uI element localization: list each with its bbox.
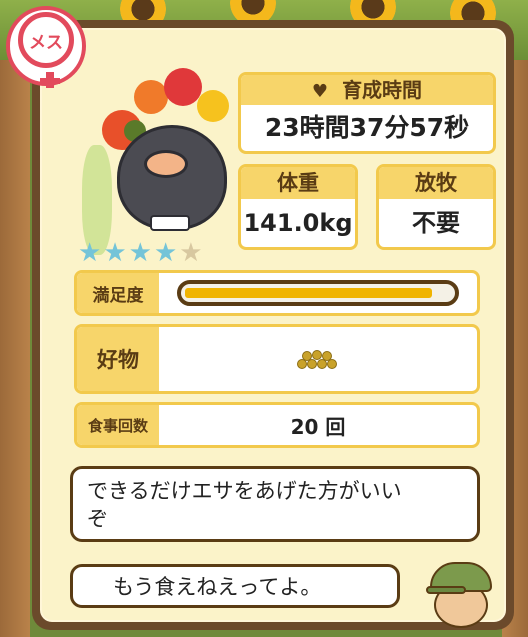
star-icon: ★ xyxy=(103,238,127,268)
meal-count-label: 食事回数 xyxy=(77,405,159,445)
star-icon: ★ xyxy=(153,238,178,268)
flower-icon xyxy=(134,80,168,114)
satisfaction-content xyxy=(159,273,477,313)
pig-portrait xyxy=(72,50,242,260)
meal-count-value: 20 回 xyxy=(290,414,346,439)
farmer-speech-bubble: もう食えねえってよ。 xyxy=(70,564,400,608)
satisfaction-bar xyxy=(177,280,459,306)
panel-inner: ★ ★ ★ ★ ★ ♥ 育成時間 23時間37分57秒 体重 141.0kg 放牧 不要 … xyxy=(40,28,506,628)
farmer-avatar xyxy=(426,560,496,630)
star-icon: ★ xyxy=(128,238,152,268)
weight-value: 141.0kg xyxy=(243,209,353,237)
favorite-food-label: 好物 xyxy=(77,327,159,391)
female-symbol-icon xyxy=(40,72,60,88)
growth-time-value: 23時間37分57秒 xyxy=(264,113,470,142)
weight-box: 体重 141.0kg xyxy=(238,164,358,250)
pig-snout xyxy=(144,150,188,178)
satisfaction-row: 満足度 xyxy=(74,270,480,316)
growth-time-header: ♥ 育成時間 xyxy=(241,75,493,105)
growth-time-box: ♥ 育成時間 23時間37分57秒 xyxy=(238,72,496,154)
advice-speech-bubble: できるだけエサをあげた方がいい ぞ xyxy=(70,466,480,542)
satisfaction-label: 満足度 xyxy=(77,273,159,313)
favorite-food-row: 好物 xyxy=(74,324,480,394)
feed-pellets-icon xyxy=(293,347,343,371)
grazing-value: 不要 xyxy=(412,209,460,237)
meal-count-row: 食事回数 20 回 xyxy=(74,402,480,448)
growth-time-label: 育成時間 xyxy=(342,78,423,102)
gender-label: メス xyxy=(18,12,74,68)
star-icon: ★ xyxy=(179,238,203,268)
rating-stars: ★ ★ ★ ★ ★ xyxy=(78,240,203,266)
grazing-box: 放牧 不要 xyxy=(376,164,496,250)
star-icon: ★ xyxy=(78,238,102,268)
satisfaction-bar-fill xyxy=(185,288,433,298)
weight-label: 体重 xyxy=(241,167,355,199)
pig-status-panel: ★ ★ ★ ★ ★ ♥ 育成時間 23時間37分57秒 体重 141.0kg 放牧 不要 … xyxy=(32,20,514,630)
background-fence-left xyxy=(0,60,30,637)
favorite-food-content xyxy=(159,327,477,391)
flower-icon xyxy=(197,90,229,122)
cap-brim xyxy=(426,586,466,594)
heart-icon: ♥ xyxy=(311,81,329,102)
bowtie-icon xyxy=(150,215,190,231)
rose-icon xyxy=(164,68,202,106)
grazing-label: 放牧 xyxy=(379,167,493,199)
female-gender-badge: メス xyxy=(6,6,86,88)
